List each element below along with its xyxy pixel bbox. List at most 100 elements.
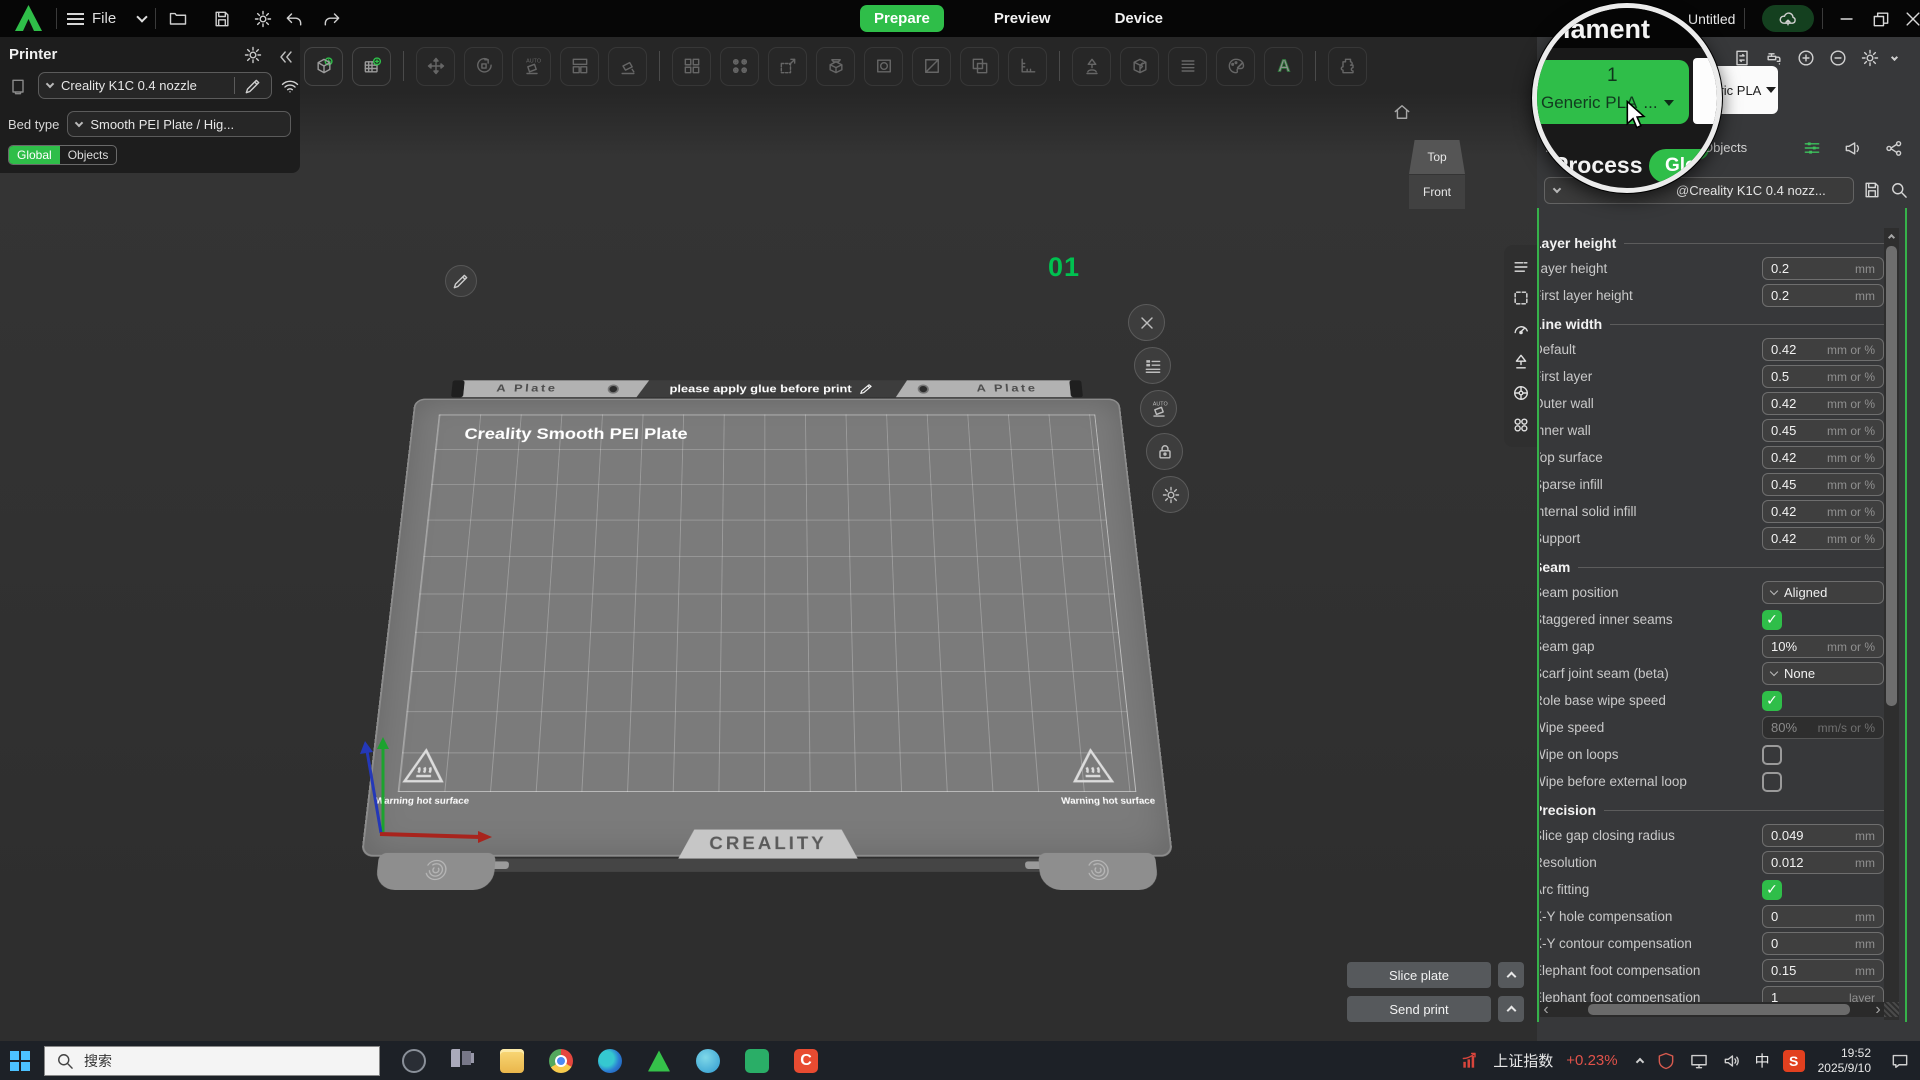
- slice-options-button[interactable]: [1498, 962, 1524, 988]
- filament-add-icon[interactable]: [1796, 48, 1816, 68]
- process-tab-plate[interactable]: [1511, 288, 1531, 308]
- tab-global[interactable]: Global: [9, 146, 60, 164]
- volume-icon[interactable]: [1722, 1051, 1742, 1071]
- tab-device[interactable]: Device: [1101, 5, 1177, 32]
- param-checkbox[interactable]: ✓: [1762, 690, 1782, 711]
- start-button[interactable]: [6, 1047, 34, 1075]
- process-tab-support[interactable]: [1511, 352, 1531, 372]
- param-input[interactable]: 0.2 mm: [1762, 257, 1884, 280]
- antivirus-shield-icon[interactable]: [1656, 1051, 1676, 1071]
- cut-button[interactable]: [912, 46, 951, 86]
- taskbar-app-cloud-app[interactable]: [694, 1047, 722, 1075]
- save-button[interactable]: [212, 0, 232, 37]
- plate-close-button[interactable]: [1128, 304, 1165, 341]
- collapse-panel-icon[interactable]: [276, 47, 296, 67]
- param-input[interactable]: 1 layer: [1762, 986, 1884, 1002]
- filament-sync-icon[interactable]: [1732, 48, 1752, 68]
- edit-printer-icon[interactable]: [243, 76, 263, 96]
- param-input[interactable]: 10% mm or %: [1762, 635, 1884, 658]
- process-tab-cooling[interactable]: [1511, 383, 1531, 403]
- orientation-cube-top[interactable]: Top: [1409, 140, 1465, 174]
- cloud-upload-button[interactable]: [1762, 5, 1814, 32]
- param-input[interactable]: 0.2 mm: [1762, 284, 1884, 307]
- stock-label[interactable]: 上证指数: [1493, 1050, 1553, 1071]
- taskbar-app-creality-print[interactable]: C: [792, 1047, 820, 1075]
- edit-plate-name-button[interactable]: [445, 265, 477, 297]
- orientation-cube[interactable]: Top Front: [1409, 140, 1465, 210]
- taskbar-clock[interactable]: 19:52 2025/9/10: [1818, 1046, 1871, 1076]
- plugin-button[interactable]: [1328, 46, 1367, 86]
- search-preset-icon[interactable]: [1889, 180, 1909, 200]
- taskbar-app-task-view[interactable]: [449, 1047, 477, 1075]
- filament-collapse-icon[interactable]: [1890, 53, 1899, 61]
- plate-auto-arrange-button[interactable]: AUTO: [1140, 390, 1177, 427]
- taskbar-app-creality-app[interactable]: [645, 1047, 673, 1075]
- printer-settings-icon[interactable]: [243, 45, 263, 65]
- color-painting-button[interactable]: [1216, 46, 1255, 86]
- orientation-cube-front[interactable]: Front: [1409, 175, 1465, 209]
- param-checkbox[interactable]: [1762, 771, 1782, 792]
- taskbar-app-assistant[interactable]: [400, 1047, 428, 1075]
- rotate-button[interactable]: [464, 46, 503, 86]
- restore-button[interactable]: [1864, 0, 1898, 37]
- plate-lock-button[interactable]: [1146, 433, 1183, 470]
- home-view-button[interactable]: [1392, 102, 1412, 122]
- param-checkbox[interactable]: ✓: [1762, 609, 1782, 630]
- split-to-parts-button[interactable]: [720, 46, 759, 86]
- param-input[interactable]: 0.42 mm or %: [1762, 527, 1884, 550]
- plate-tab-right[interactable]: A Plate: [976, 382, 1038, 394]
- param-input[interactable]: 0.45 mm or %: [1762, 473, 1884, 496]
- resize-grip[interactable]: [1884, 1002, 1899, 1017]
- slice-cube-button[interactable]: [816, 46, 855, 86]
- param-input[interactable]: 0 mm: [1762, 905, 1884, 928]
- undo-button[interactable]: [284, 0, 304, 37]
- param-input[interactable]: 80% mm/s or %: [1762, 716, 1884, 739]
- param-input[interactable]: 0.049 mm: [1762, 824, 1884, 847]
- plate-tab-left[interactable]: A Plate: [496, 382, 558, 394]
- process-tab-quality[interactable]: [1511, 257, 1531, 277]
- text-tool-button[interactable]: A: [1264, 46, 1303, 86]
- param-input[interactable]: 0.45 mm or %: [1762, 419, 1884, 442]
- scroll-up-icon[interactable]: [1884, 228, 1899, 244]
- param-select[interactable]: Aligned: [1762, 581, 1884, 604]
- redo-button[interactable]: [322, 0, 342, 37]
- param-settings-icon[interactable]: [1802, 138, 1822, 158]
- height-range-button[interactable]: [1168, 46, 1207, 86]
- vertical-scrollbar[interactable]: [1884, 228, 1899, 1020]
- bed-type-select[interactable]: Smooth PEI Plate / Hig...: [67, 111, 292, 137]
- param-checkbox[interactable]: [1762, 744, 1782, 765]
- open-file-button[interactable]: [168, 0, 188, 37]
- scrollbar-thumb[interactable]: [1886, 246, 1897, 706]
- printer-select[interactable]: Creality K1C 0.4 nozzle: [38, 72, 272, 99]
- add-plate-button[interactable]: [352, 46, 391, 86]
- filament-remove-icon[interactable]: [1828, 48, 1848, 68]
- taskbar-app-green-app[interactable]: [743, 1047, 771, 1075]
- taskbar-app-chrome[interactable]: [547, 1047, 575, 1075]
- param-select[interactable]: None: [1762, 662, 1884, 685]
- lay-on-face-button[interactable]: [608, 46, 647, 86]
- param-input[interactable]: 0.42 mm or %: [1762, 338, 1884, 361]
- tab-objects[interactable]: Objects: [60, 146, 117, 164]
- tab-preview[interactable]: Preview: [980, 5, 1065, 32]
- taskbar-app-edge[interactable]: [596, 1047, 624, 1075]
- plate-list-view-button[interactable]: [1134, 347, 1171, 384]
- taskbar-search-input[interactable]: 搜索: [44, 1046, 380, 1076]
- param-input[interactable]: 0.15 mm: [1762, 959, 1884, 982]
- close-button[interactable]: [1896, 0, 1920, 37]
- save-preset-icon[interactable]: [1862, 180, 1882, 200]
- network-icon[interactable]: [1689, 1051, 1709, 1071]
- param-input[interactable]: 0.012 mm: [1762, 851, 1884, 874]
- support-painting-button[interactable]: [1072, 46, 1111, 86]
- send-print-button[interactable]: Send print: [1347, 996, 1491, 1022]
- param-input[interactable]: 0.42 mm or %: [1762, 446, 1884, 469]
- param-input[interactable]: 0.5 mm or %: [1762, 365, 1884, 388]
- param-input[interactable]: 0 mm: [1762, 932, 1884, 955]
- scale-button[interactable]: [768, 46, 807, 86]
- notification-icon[interactable]: [1890, 1051, 1910, 1071]
- modifier-button[interactable]: [864, 46, 903, 86]
- scroll-right-icon[interactable]: ›: [1872, 1001, 1884, 1018]
- filament-settings-icon[interactable]: [1860, 48, 1880, 68]
- wifi-icon[interactable]: [280, 76, 300, 96]
- param-input[interactable]: 0.42 mm or %: [1762, 392, 1884, 415]
- split-to-objects-button[interactable]: [672, 46, 711, 86]
